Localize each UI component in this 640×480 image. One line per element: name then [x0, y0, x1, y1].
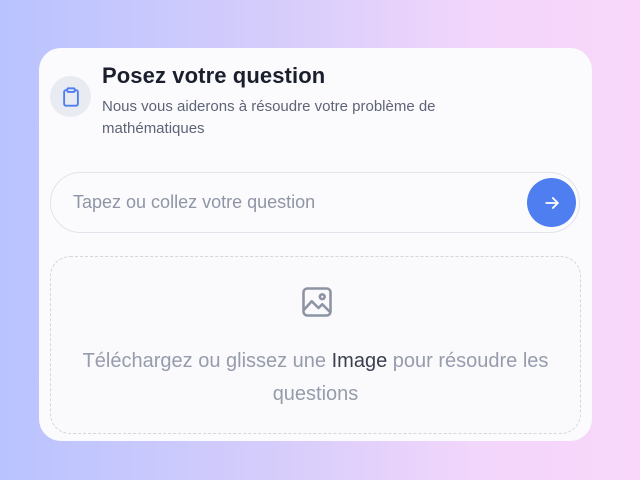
page-title: Posez votre question	[102, 63, 326, 88]
question-input-container	[50, 172, 580, 233]
upload-instructions: Téléchargez ou glissez une Image pour ré…	[51, 345, 580, 411]
page-subtitle: Nous vous aiderons à résoudre votre prob…	[102, 98, 436, 137]
arrow-right-icon	[544, 196, 559, 209]
image-icon	[302, 287, 332, 317]
image-upload-dropzone[interactable]: Téléchargez ou glissez une Image pour ré…	[50, 256, 581, 434]
upload-text-before: Téléchargez ou glissez une	[82, 350, 332, 372]
clipboard-icon	[50, 76, 91, 117]
send-button[interactable]	[527, 178, 576, 227]
upload-text-highlight: Image	[331, 350, 388, 372]
question-input[interactable]	[73, 173, 513, 232]
question-card: Posez votre question Nous vous aiderons …	[39, 48, 592, 441]
